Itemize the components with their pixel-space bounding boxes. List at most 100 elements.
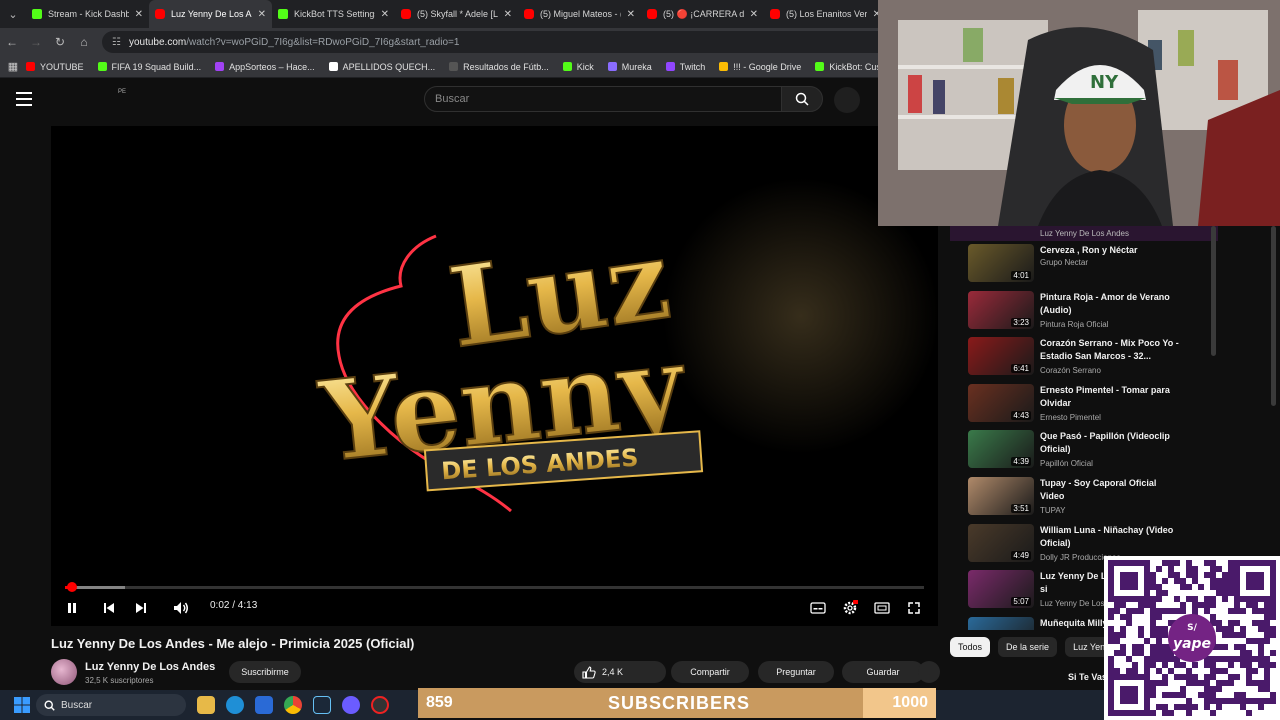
playlist-item[interactable]: 3:51 Tupay - Soy Caporal Oficial Video TUP… [950, 477, 1218, 523]
close-tab-icon[interactable]: ✕ [258, 9, 266, 20]
bookmark-item[interactable]: !!! - Google Drive [719, 62, 801, 72]
next-button[interactable] [133, 599, 149, 617]
qr-module [1120, 632, 1126, 638]
browser-tab[interactable]: (5) Miguel Mateos - ( ✕ [518, 0, 641, 28]
voice-search-button[interactable] [834, 87, 860, 113]
bookmark-item[interactable]: YOUTUBE [26, 62, 84, 72]
qr-module [1162, 656, 1168, 662]
bookmark-item[interactable]: Kick [562, 62, 594, 72]
playlist-item-title[interactable]: Pintura Roja - Amor de Verano (Audio) [1040, 291, 1180, 317]
browser-tab[interactable]: Stream - Kick Dashbo ✕ [26, 0, 149, 28]
windows-start-icon[interactable] [14, 697, 30, 713]
playlist-item[interactable]: 4:39 Que Pasó - Papillón (Videoclip Ofici… [950, 430, 1218, 476]
home-icon[interactable]: ⌂ [72, 28, 96, 56]
settings-button[interactable] [840, 599, 860, 617]
qr-module [1192, 572, 1198, 578]
fullscreen-button[interactable] [905, 599, 923, 617]
scrubber-handle[interactable] [66, 582, 77, 592]
playlist-thumbnail[interactable]: 4:43 [968, 383, 1034, 422]
ask-button[interactable]: Preguntar [758, 661, 834, 683]
bookmark-item[interactable]: FIFA 19 Squad Build... [97, 62, 201, 72]
subtitles-button[interactable] [809, 599, 827, 617]
browser-tab[interactable]: (5) Skyfall * Adele [Le ✕ [395, 0, 518, 28]
more-actions-button[interactable] [918, 661, 940, 683]
playlist-scrollbar[interactable] [1211, 226, 1216, 356]
bookmark-item[interactable]: APELLIDOS QUECH... [328, 62, 435, 72]
theater-mode-button[interactable] [873, 599, 891, 617]
playlist-item-title[interactable]: Tupay - Soy Caporal Oficial Video [1040, 477, 1180, 503]
back-icon[interactable]: ← [0, 28, 24, 56]
close-tab-icon[interactable]: ✕ [750, 9, 758, 20]
playlist-item-title[interactable]: Que Pasó - Papillón (Videoclip Oficial) [1040, 430, 1180, 456]
share-button[interactable]: Compartir [671, 661, 749, 683]
playlist-item-title[interactable]: William Luna - Niñachay (Video Oficial) [1040, 524, 1180, 550]
progress-bar[interactable] [65, 582, 924, 592]
pause-button[interactable] [64, 599, 80, 617]
discord-icon[interactable] [342, 696, 360, 714]
reload-icon[interactable]: ↻ [48, 28, 72, 56]
browser-tab[interactable]: (5) 🔴 ¡CARRERA de ✕ [641, 0, 764, 28]
chrome-icon[interactable] [284, 696, 302, 714]
bookmark-item[interactable]: Resultados de Fútb... [449, 62, 549, 72]
site-info-icon[interactable]: ☷ [112, 37, 121, 48]
browser-tab[interactable]: KickBot TTS Settings ✕ [272, 0, 395, 28]
address-bar[interactable]: ☷ youtube.com/watch?v=woPGiD_7I6g&list=R… [102, 31, 942, 53]
forward-icon[interactable]: → [24, 28, 48, 56]
previous-button[interactable] [101, 599, 117, 617]
playlist-item[interactable]: 4:43 Ernesto Pimentel - Tomar para Olvida… [950, 383, 1218, 430]
playlist-item-title[interactable]: Ernesto Pimentel - Tomar para Olvidar [1040, 384, 1180, 410]
taskbar-search[interactable]: Buscar [36, 694, 186, 716]
save-button[interactable]: Guardar [842, 661, 924, 683]
filter-chip[interactable]: Todos [950, 637, 991, 657]
youtube-header: PE Buscar [0, 78, 880, 122]
bookmark-item[interactable]: Mureka [607, 62, 652, 72]
close-tab-icon[interactable]: ✕ [381, 9, 389, 20]
video-player[interactable]: Luz Yenny DE LOS ANDES 0:02 / 4:13 [51, 126, 938, 626]
playlist-item[interactable]: 4:01 Cerveza , Ron y Néctar Grupo Nectar [950, 244, 1218, 290]
playlist-item[interactable]: 3:23 Pintura Roja - Amor de Verano (Audio… [950, 290, 1218, 337]
close-tab-icon[interactable]: ✕ [504, 9, 512, 20]
playlist-thumbnail[interactable]: 5:07 [968, 570, 1034, 609]
tab-search-icon[interactable]: ⌄ [0, 0, 26, 28]
tab-title: (5) Miguel Mateos - ( [540, 9, 621, 19]
browser-tab[interactable]: (5) Los Enanitos Verd ✕ [764, 0, 887, 28]
qr-module [1216, 686, 1222, 692]
close-tab-icon[interactable]: ✕ [627, 9, 635, 20]
menu-icon[interactable] [16, 92, 32, 106]
steam-icon[interactable] [313, 696, 331, 714]
channel-name[interactable]: Luz Yenny De Los Andes [85, 661, 215, 673]
bookmark-item[interactable]: Twitch [665, 62, 705, 72]
search-input[interactable]: Buscar [424, 86, 782, 112]
playlist-item-title[interactable]: Cerveza , Ron y Néctar [1040, 244, 1180, 257]
playlist-thumbnail[interactable]: 4:01 [968, 244, 1034, 282]
playlist-thumbnail[interactable]: 3:23 [968, 290, 1034, 329]
volume-button[interactable] [172, 599, 190, 617]
apps-grid-icon[interactable]: ▦ [0, 60, 26, 73]
page-scrollbar[interactable] [1271, 226, 1276, 406]
playlist-thumbnail[interactable] [968, 616, 1034, 630]
playlist-thumbnail[interactable]: 4:49 [968, 523, 1034, 562]
bookmark-item[interactable]: AppSorteos – Hace... [215, 62, 315, 72]
next-video-title[interactable]: Si Te Vas [1068, 672, 1107, 682]
obs-icon[interactable] [371, 696, 389, 714]
qr-module [1246, 680, 1252, 686]
bookmark-favicon-icon [328, 62, 338, 71]
close-tab-icon[interactable]: ✕ [135, 9, 143, 20]
playlist-thumbnail[interactable]: 6:41 [968, 337, 1034, 376]
like-button[interactable]: 2,4 K [574, 661, 666, 683]
playlist-item[interactable]: 6:41 Corazón Serrano - Mix Poco Yo - Esta… [950, 337, 1218, 383]
qr-module [1216, 584, 1222, 590]
playlist-thumbnail[interactable]: 4:39 [968, 430, 1034, 469]
qr-module [1192, 680, 1198, 686]
previous-icon [104, 603, 114, 613]
search-button[interactable] [781, 86, 823, 112]
filter-chip[interactable]: De la serie [998, 637, 1058, 657]
store-icon[interactable] [255, 696, 273, 714]
playlist-thumbnail[interactable]: 3:51 [968, 477, 1034, 515]
channel-avatar[interactable] [51, 659, 77, 685]
file-explorer-icon[interactable] [197, 696, 215, 714]
subscribe-button[interactable]: Suscribirme [229, 661, 301, 683]
browser-tab[interactable]: Luz Yenny De Los An ✕ [149, 0, 272, 28]
playlist-item-title[interactable]: Corazón Serrano - Mix Poco Yo - Estadio … [1040, 337, 1180, 363]
edge-icon[interactable] [226, 696, 244, 714]
